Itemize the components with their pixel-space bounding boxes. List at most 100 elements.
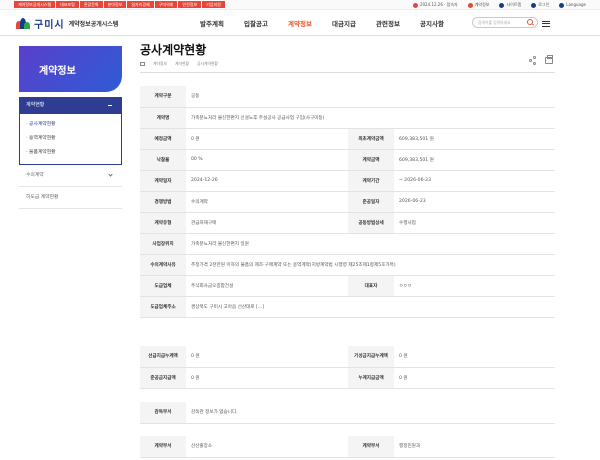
home-icon[interactable] xyxy=(140,62,145,66)
table-row: 도급업체 주식회사금오종합건설 대표자 ㅇㅇㅇ xyxy=(140,275,555,297)
utility-bar: 계약정보공개시스템 대표포털 관광문화 분야정보 일자리경제 구미의회 안전정보 기업지원 2… xyxy=(0,0,600,10)
logo-city-name: 구미시 xyxy=(34,20,65,31)
sidebar-sub-item[interactable]: · 용역계약현황 xyxy=(26,132,121,146)
quick-link[interactable]: 일자리경제 xyxy=(127,1,154,8)
sidebar-sub-list: · 공사계약현황 · 용역계약현황 · 물품계약현황 xyxy=(19,114,122,165)
search-input[interactable]: 검색어를 입력하세요 xyxy=(472,17,538,28)
field-value: 수의계약 xyxy=(186,191,348,213)
search-placeholder: 검색어를 입력하세요 xyxy=(478,20,511,25)
field-label: 공동방법상세 xyxy=(348,212,394,234)
field-value: ~ 2026-06-23 xyxy=(394,170,555,192)
quick-link[interactable]: 안전정보 xyxy=(178,1,202,8)
hamburger-menu-icon[interactable] xyxy=(542,21,550,27)
utility-link[interactable]: 2024.12.26 · 접속자 xyxy=(412,2,458,8)
sidebar-item-label: 하도급 계약현황 xyxy=(26,195,59,200)
field-label: 도급업체주소 xyxy=(140,296,186,318)
globe-icon xyxy=(559,2,565,8)
field-value: 관급자재구매 xyxy=(186,212,348,234)
field-label: 최초계약금액 xyxy=(348,128,394,150)
field-label: 예정금액 xyxy=(140,128,186,150)
utility-link-label: 사이트맵 xyxy=(506,2,522,7)
field-value: 추정가격 2천만원 이하의 물품의 제조·구매계약 또는 용역계약(지방계약법 … xyxy=(186,254,555,276)
utility-link[interactable]: 사이트맵 xyxy=(499,2,521,8)
sidebar-nav: 계약현황 · 공사계약현황 · 용역계약현황 · 물품계약현황 수의계약하도급 계약… xyxy=(19,97,122,209)
breadcrumb: 계약정보 계약현황 공사계약현황 xyxy=(140,61,218,67)
breadcrumb-item[interactable]: 계약현황 xyxy=(175,61,189,67)
sidebar-sub-item[interactable]: · 공사계약현황 xyxy=(26,118,121,132)
nav-item[interactable]: 발주계획 xyxy=(190,18,234,28)
field-value: 0 원 xyxy=(186,346,348,368)
field-value: 공동 xyxy=(186,86,555,108)
field-label: 감독부서 xyxy=(140,402,186,424)
table-row: 수의계약사유 추정가격 2천만원 이하의 물품의 제조·구매계약 또는 용역계약(… xyxy=(140,254,555,276)
utility-link[interactable]: 계약정보 xyxy=(467,2,490,8)
nav-item[interactable]: 관련정보 xyxy=(366,18,410,28)
field-label: 계약부서 xyxy=(140,436,186,458)
breadcrumb-item[interactable]: 공사계약현황 xyxy=(197,61,218,67)
field-value: 행정민원과 xyxy=(394,436,555,458)
site-logo[interactable]: 구미시 계약정보공개시스템 xyxy=(16,16,118,31)
field-value: 609,383,501 원 xyxy=(394,128,555,150)
login-icon xyxy=(531,2,537,8)
nav-item[interactable]: 대금지급 xyxy=(322,18,366,28)
field-value: 609,383,501 원 xyxy=(394,149,555,171)
field-label: 계약명 xyxy=(140,107,186,129)
field-value: 0 원 xyxy=(186,367,348,389)
utility-links: 2024.12.26 · 접속자 계약정보 사이트맵 로그인 Language xyxy=(412,2,586,8)
quick-link[interactable]: 대표포털 xyxy=(56,1,79,8)
field-label: 선급지급누계액 xyxy=(140,346,186,368)
sidebar-title: 계약정보 xyxy=(19,46,122,92)
field-label: 대표자 xyxy=(348,275,394,297)
utility-link[interactable]: Language xyxy=(559,2,586,8)
field-label: 수의계약사유 xyxy=(140,254,186,276)
quick-link[interactable]: 분야정보 xyxy=(103,1,127,8)
field-label: 경쟁방법 xyxy=(140,191,186,213)
table-row: 계약유형 관급자재구매 공동방법상세 수행사업 xyxy=(140,212,555,234)
table-row: 선급지급누계액 0 원 기성금지급누계액 0 원 xyxy=(140,346,555,368)
table-row: 계약구분 공동 xyxy=(140,86,555,108)
field-label: 계약유형 xyxy=(140,212,186,234)
utility-link-label: 로그인 xyxy=(538,2,550,7)
table-row: 준공금지급액 0 원 누계지급금액 0 원 xyxy=(140,367,555,389)
field-value: 2026-06-23 xyxy=(394,191,555,213)
field-value: 가축분뇨처리 불신한편지 신설노후 주설공사 공급사업 구입(사구미동) xyxy=(186,107,555,129)
share-icon[interactable] xyxy=(529,56,537,65)
quick-link[interactable]: 관광문화 xyxy=(79,1,103,8)
nav-item[interactable]: 계약정보 xyxy=(278,18,322,28)
field-label: 계약기간 xyxy=(348,170,394,192)
quick-links: 계약정보공개시스템 대표포털 관광문화 분야정보 일자리경제 구미의회 안전정보 기업지원 xyxy=(14,1,225,8)
logo-mark-icon xyxy=(16,18,30,29)
field-label: 계약일자 xyxy=(140,170,186,192)
utility-link[interactable]: 로그인 xyxy=(531,2,549,8)
field-label: 낙찰율 xyxy=(140,149,186,171)
chevron-down-icon xyxy=(108,172,113,177)
field-value: 0 원 xyxy=(394,346,555,368)
table-row: 계약일자 2024-12-26 계약기간 ~ 2026-06-23 xyxy=(140,170,555,192)
sidebar-sub-item[interactable]: · 물품계약현황 xyxy=(26,146,121,160)
sidebar-item[interactable]: 하도급 계약현황 xyxy=(19,187,122,209)
search-icon[interactable] xyxy=(527,19,533,25)
utility-link-label: Language xyxy=(566,2,586,7)
field-value: 가축분뇨처리 불신한편지 일원 xyxy=(186,233,555,255)
print-icon[interactable] xyxy=(545,55,553,64)
quick-link[interactable]: 구미의회 xyxy=(154,1,178,8)
quick-link[interactable]: 계약정보공개시스템 xyxy=(14,1,56,8)
table-row: 감독부서 감독관 정보가 없습니다. xyxy=(140,402,555,424)
site-header: 구미시 계약정보공개시스템 발주계획 입찰공고 계약정보 대금지급 관련정보 공지사항 검… xyxy=(0,10,600,36)
field-value: 0 원 xyxy=(186,128,348,150)
page-title: 공사계약현황 xyxy=(140,43,207,57)
nav-item[interactable]: 공지사항 xyxy=(410,18,454,28)
nav-item[interactable]: 입찰공고 xyxy=(234,18,278,28)
table-row: 경쟁방법 수의계약 준공일자 2026-06-23 xyxy=(140,191,555,213)
breadcrumb-item[interactable]: 계약정보 xyxy=(153,61,167,67)
sidebar-group-label: 계약현황 xyxy=(26,102,45,108)
utility-link-label: 계약정보 xyxy=(474,2,490,7)
sidebar-group-contract-status[interactable]: 계약현황 xyxy=(19,97,122,114)
table-row: 사업장위치 가축분뇨처리 불신한편지 일원 xyxy=(140,233,555,255)
sidebar-item-label: 수의계약 xyxy=(26,173,44,178)
field-label: 기성금지급누계액 xyxy=(348,346,394,368)
sidebar-item[interactable]: 수의계약 xyxy=(19,165,122,187)
field-label: 준공일자 xyxy=(348,191,394,213)
quick-link[interactable]: 기업지원 xyxy=(202,1,225,8)
logo-system-name: 계약정보공개시스템 xyxy=(68,21,119,28)
